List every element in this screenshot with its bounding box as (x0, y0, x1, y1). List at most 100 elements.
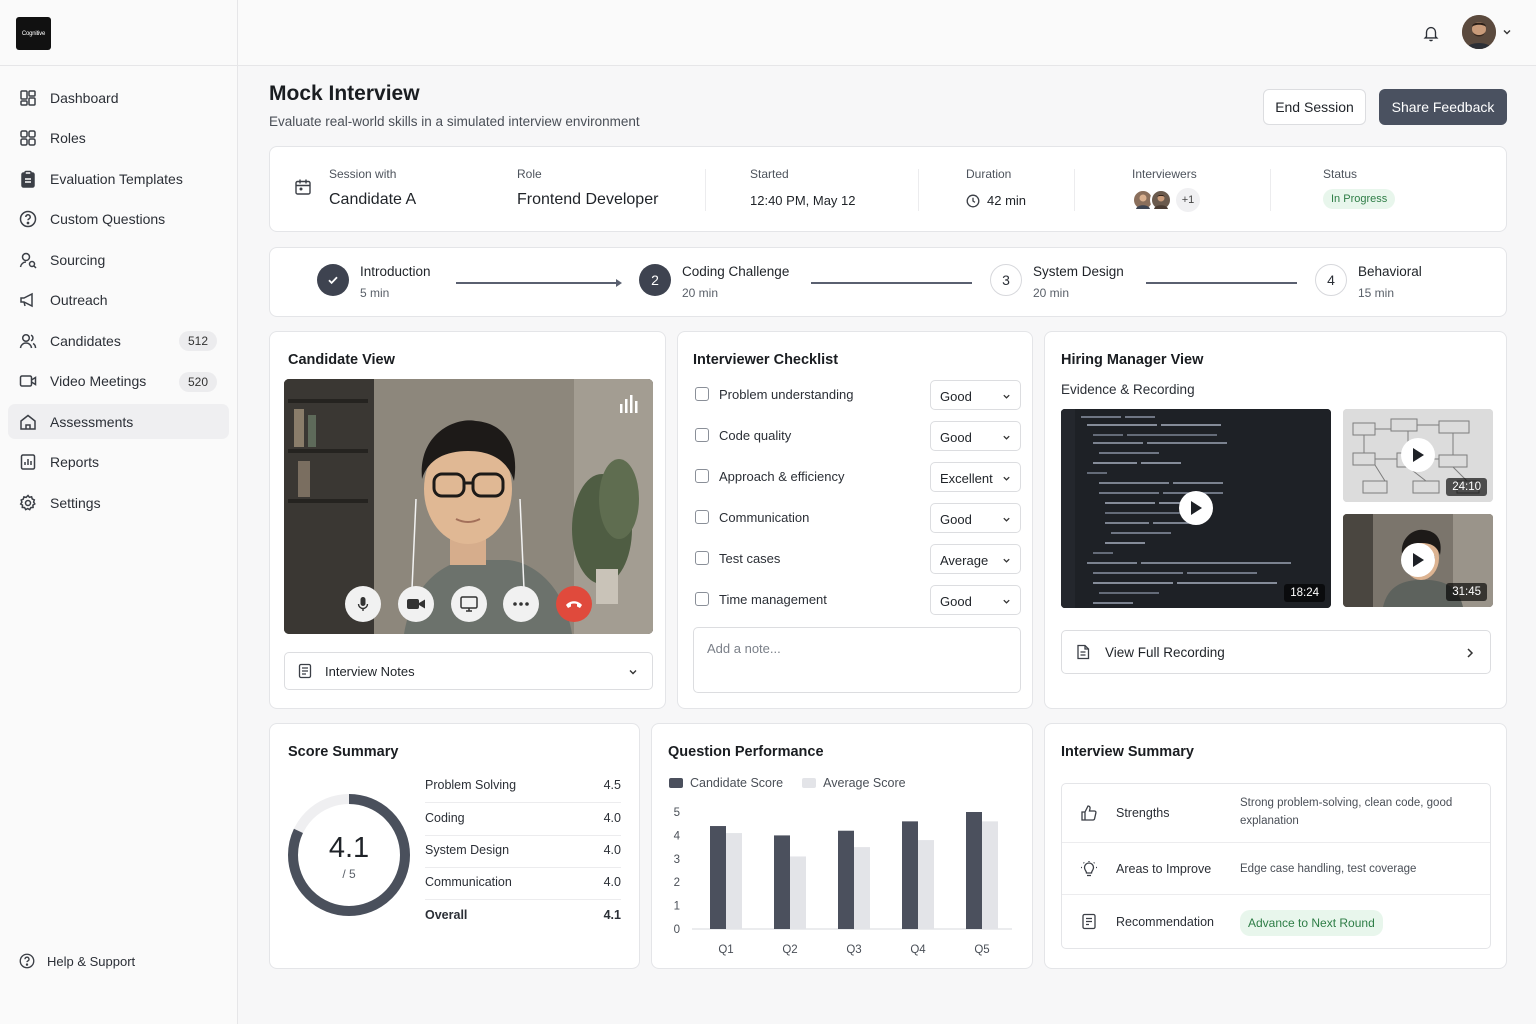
bar-candidate-q3 (838, 830, 854, 929)
end-session-button[interactable]: End Session (1263, 89, 1366, 125)
rating-select[interactable]: Good (930, 503, 1021, 533)
rating-select[interactable]: Good (930, 421, 1021, 451)
step-1-done[interactable] (317, 264, 349, 296)
recording-duration: 24:10 (1446, 478, 1487, 496)
sidebar-item-assessments[interactable]: Assessments (8, 404, 229, 439)
score-row: Problem Solving 4.5 (425, 771, 621, 803)
share-feedback-button[interactable]: Share Feedback (1379, 89, 1507, 125)
screen-share-button[interactable] (451, 586, 487, 622)
camera-button[interactable] (398, 586, 434, 622)
sidebar-item-dashboard[interactable]: Dashboard (8, 80, 229, 115)
rating-select[interactable]: Average (930, 544, 1021, 574)
step-title: System Design (1033, 264, 1124, 279)
score-row: Communication 4.0 (425, 868, 621, 900)
recording-thumbnail[interactable]: 24:10 (1343, 409, 1493, 502)
rating-value: Good (940, 594, 972, 609)
step-number: 4 (1327, 272, 1335, 288)
sidebar-item-evaluation-templates[interactable]: Evaluation Templates (8, 161, 229, 196)
checkbox[interactable] (695, 469, 709, 483)
rating-select[interactable]: Excellent (930, 462, 1021, 492)
session-with: Session with Candidate A (329, 167, 416, 209)
notes-icon (298, 663, 312, 679)
mic-button[interactable] (345, 586, 381, 622)
sidebar-item-roles[interactable]: Roles (8, 121, 229, 156)
chart-legend: Candidate Score Average Score (669, 776, 906, 790)
chevron-down-icon (1002, 433, 1011, 442)
checkbox[interactable] (695, 428, 709, 442)
chevron-down-icon (1002, 515, 1011, 524)
x-tick-label: Q4 (910, 944, 926, 956)
candidate-name: Candidate A (329, 191, 417, 208)
sidebar-item-label: Assessments (50, 413, 134, 430)
sidebar-item-label: Settings (50, 494, 101, 511)
chevron-down-icon (1002, 474, 1011, 483)
sidebar-item-sourcing[interactable]: Sourcing (8, 242, 229, 277)
candidate-video[interactable] (284, 379, 653, 634)
summary-label: Strengths (1116, 806, 1170, 820)
camera-icon (407, 597, 425, 611)
step-subtitle: 5 min (360, 286, 390, 300)
bell-icon[interactable] (1422, 24, 1440, 42)
role-value: Frontend Developer (517, 191, 659, 208)
sidebar-item-candidates[interactable]: Candidates 512 (8, 323, 229, 358)
checkbox[interactable] (695, 387, 709, 401)
report-icon (18, 452, 38, 472)
sidebar-item-label: Sourcing (50, 251, 106, 268)
document-icon (1076, 644, 1090, 660)
help-support-link[interactable]: Help & Support (18, 952, 135, 970)
score-name: Overall (425, 908, 468, 922)
x-tick-label: Q3 (846, 944, 861, 956)
sidebar-item-outreach[interactable]: Outreach (8, 283, 229, 318)
view-full-recording-button[interactable]: View Full Recording (1061, 630, 1491, 674)
checkbox[interactable] (695, 592, 709, 606)
step-2-current[interactable]: 2 (639, 264, 671, 296)
rating-select[interactable]: Good (930, 380, 1021, 410)
sidebar-item-custom-questions[interactable]: Custom Questions (8, 202, 229, 237)
score-name: System Design (425, 843, 510, 857)
step-4[interactable]: 4 (1315, 264, 1347, 296)
play-button[interactable] (1401, 438, 1435, 472)
more-options-button[interactable] (503, 586, 539, 622)
user-menu[interactable] (1462, 15, 1512, 49)
legend-label: Candidate Score (690, 776, 784, 790)
step-subtitle: 20 min (682, 286, 719, 300)
step-number: 3 (1002, 272, 1010, 288)
audio-level-icon (619, 395, 641, 413)
interview-notes-dropdown[interactable]: Interview Notes (284, 652, 653, 690)
end-call-button[interactable] (556, 586, 592, 622)
checkbox[interactable] (695, 510, 709, 524)
y-tick-label: 1 (674, 901, 680, 913)
help-label: Help & Support (47, 953, 136, 969)
sidebar-item-label: Evaluation Templates (50, 170, 183, 187)
session-role: Role Frontend Developer (517, 167, 658, 209)
bar-average-q1 (726, 833, 742, 929)
status-badge: In Progress (1323, 189, 1396, 209)
card-title: Interviewer Checklist (693, 352, 839, 368)
note-input[interactable]: Add a note... (693, 627, 1021, 693)
recording-thumbnail[interactable]: 31:45 (1343, 514, 1493, 607)
sidebar-item-settings[interactable]: Settings (8, 485, 229, 520)
top-bar (238, 0, 1536, 66)
score-value: 4.1 (328, 832, 370, 864)
app-logo[interactable]: Cognitive (16, 17, 51, 50)
logo-row: Cognitive (0, 0, 237, 66)
play-button[interactable] (1179, 491, 1213, 525)
rating-value: Good (940, 389, 972, 404)
rating-select[interactable]: Good (930, 585, 1021, 615)
play-button[interactable] (1401, 543, 1435, 577)
checklist-item: Communication Good (695, 503, 1021, 533)
rating-value: Excellent (940, 471, 993, 486)
x-tick-label: Q5 (974, 944, 989, 956)
duration-row: 42 min (966, 193, 1026, 208)
main-recording[interactable]: 18:24 (1061, 409, 1331, 608)
sidebar-item-reports[interactable]: Reports (8, 445, 229, 480)
sidebar-item-label: Reports (50, 454, 100, 470)
step-3[interactable]: 3 (990, 264, 1022, 296)
help-circle-icon (18, 952, 36, 970)
sidebar-item-video-meetings[interactable]: Video Meetings 520 (8, 364, 229, 399)
score-name: Problem Solving (425, 778, 517, 792)
checkbox[interactable] (695, 551, 709, 565)
summary-label: Areas to Improve (1116, 862, 1212, 876)
play-icon (1190, 501, 1202, 515)
session-duration: Duration 42 min (966, 167, 1026, 208)
